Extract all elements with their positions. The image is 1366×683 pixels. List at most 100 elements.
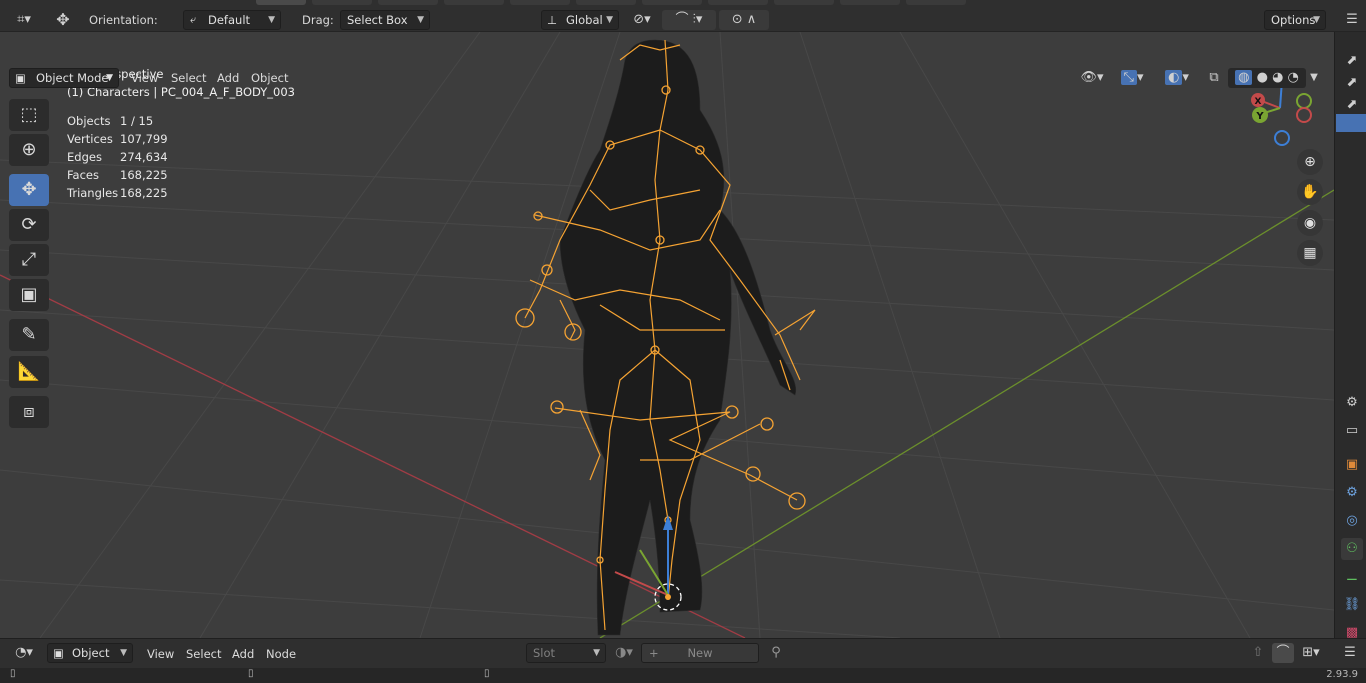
pin-icon[interactable]: ⬈: [1341, 72, 1363, 94]
stat-edges-label: Edges: [67, 150, 102, 164]
solid-shading-icon[interactable]: ●: [1257, 70, 1268, 85]
object-data-icon[interactable]: ⚇: [1341, 538, 1363, 560]
active-panel-indicator[interactable]: [1336, 114, 1366, 132]
orientation-dropdown[interactable]: ⤶ Default ▼: [183, 10, 281, 30]
material-browse-icon[interactable]: ◑▾: [610, 643, 638, 663]
shader-type-dropdown[interactable]: ▣ Object ▼: [47, 643, 133, 663]
slot-dropdown[interactable]: Slot ▼: [526, 643, 606, 663]
menu-view[interactable]: View: [147, 645, 174, 663]
gizmo-neg-y-axis[interactable]: [1296, 93, 1312, 109]
zoom-icon[interactable]: ⊕: [1297, 149, 1323, 175]
gizmo-neg-z-axis[interactable]: [1274, 130, 1290, 146]
menu-object[interactable]: Object: [251, 69, 288, 87]
editor-type-icon[interactable]: ⌗▾: [8, 10, 40, 30]
move-icon[interactable]: ✥: [9, 174, 49, 206]
mouse-middle-icon: ▯: [248, 668, 254, 679]
rendered-shading-icon[interactable]: ◔: [1288, 70, 1299, 85]
cursor-icon[interactable]: ⊕: [9, 134, 49, 166]
shading-mode-group[interactable]: ◍ ● ◕ ◔: [1228, 68, 1306, 88]
pivot-point-icon[interactable]: ⊘▾: [626, 10, 658, 30]
xray-icon[interactable]: ⧉: [1204, 68, 1224, 88]
wireframe-shading-icon[interactable]: ◍: [1235, 70, 1253, 85]
grid-view-icon[interactable]: ▦: [1297, 240, 1323, 266]
overlays-icon[interactable]: ◐ ▾: [1158, 68, 1196, 88]
axis-icon: ⊥: [547, 13, 558, 27]
menu-select[interactable]: Select: [186, 645, 221, 663]
transform-orientation-dropdown[interactable]: ⊥ Global ▼: [541, 10, 619, 30]
chevron-down-icon: ▼: [120, 648, 127, 658]
sidebar-toggle-icon[interactable]: ☰: [1342, 10, 1362, 30]
top-tool-settings-bar: ⌗▾ ✥ Orientation: ⤶ Default ▼ Drag: Sele…: [0, 0, 1366, 32]
material-shading-icon[interactable]: ◕: [1272, 70, 1283, 85]
proportional-editing-icon[interactable]: ⊙ ∧: [719, 10, 769, 30]
modifier-icon[interactable]: ⚙: [1341, 482, 1363, 504]
shading-options-chevron-icon[interactable]: ▼: [1307, 68, 1321, 88]
snap-icon[interactable]: ⌒ ⫶▾: [662, 10, 716, 30]
chevron-down-icon: ▼: [106, 73, 113, 83]
camera-icon[interactable]: ◉: [1297, 210, 1323, 236]
stat-triangles-value: 168,225: [120, 186, 168, 200]
constraint-icon[interactable]: ⛓: [1341, 594, 1363, 616]
bone-icon[interactable]: ⚊: [1341, 566, 1363, 588]
snap-grid-icon[interactable]: ⊞▾: [1296, 643, 1326, 663]
gizmo-toggle-icon[interactable]: ⤡ ▾: [1114, 68, 1150, 88]
parent-node-icon[interactable]: ⇧: [1248, 643, 1268, 663]
object-properties-icon[interactable]: ▣: [1341, 454, 1363, 476]
chevron-down-icon: ▼: [593, 648, 600, 658]
pan-hand-icon[interactable]: ✋: [1297, 179, 1323, 205]
snap-icon[interactable]: ⌒: [1272, 643, 1294, 663]
orientation-label: Orientation:: [89, 13, 158, 27]
pin-icon[interactable]: ⚲: [766, 643, 786, 663]
chevron-down-icon: ▼: [417, 15, 424, 25]
drag-dropdown[interactable]: Select Box ▼: [340, 10, 430, 30]
scale-icon[interactable]: ⤢: [9, 244, 49, 276]
sidebar-toggle-icon[interactable]: ☰: [1340, 643, 1360, 663]
plus-icon: +: [649, 646, 659, 660]
pin-icon[interactable]: ⬈: [1341, 50, 1363, 72]
annotate-icon[interactable]: ✎: [9, 319, 49, 351]
pin-icon[interactable]: ⬈: [1341, 94, 1363, 116]
editor-type-icon[interactable]: ◔▾: [8, 643, 40, 663]
version-label: 2.93.9: [1326, 669, 1358, 680]
menu-node[interactable]: Node: [266, 645, 296, 663]
object-mode-icon: ▣: [15, 71, 26, 85]
gizmo-y-label: Y: [1255, 111, 1264, 122]
status-bar: ▯ ▯ ▯ 2.93.9: [0, 668, 1366, 683]
new-material-button[interactable]: + New: [641, 643, 759, 663]
transform-icon[interactable]: ▣: [9, 279, 49, 311]
visibility-icon[interactable]: 👁▾: [1077, 68, 1107, 88]
mouse-right-icon: ▯: [484, 668, 490, 679]
object-origin: [665, 594, 671, 600]
orientation-icon: ⤶: [190, 13, 197, 26]
mouse-left-icon: ▯: [10, 668, 16, 679]
chevron-down-icon: ▼: [606, 15, 613, 25]
physics-icon[interactable]: ◎: [1341, 510, 1363, 532]
menu-add[interactable]: Add: [232, 645, 254, 663]
viewport-scene: [0, 32, 1334, 638]
render-icon[interactable]: ▭: [1341, 420, 1363, 442]
stat-objects-value: 1 / 15: [120, 114, 154, 128]
stat-faces-label: Faces: [67, 168, 99, 182]
add-cube-icon[interactable]: ⧈: [9, 396, 49, 428]
menu-select[interactable]: Select: [171, 69, 206, 87]
options-dropdown[interactable]: Options ▼: [1264, 10, 1326, 30]
object-icon: ▣: [53, 646, 64, 660]
object-mode-dropdown[interactable]: ▣ Object Mode ▼: [9, 68, 119, 88]
move-tool-icon: ✥: [56, 10, 70, 29]
stat-edges-value: 274,634: [120, 150, 168, 164]
select-box-icon[interactable]: ⬚: [9, 99, 49, 131]
gizmo-neg-x-axis[interactable]: [1296, 107, 1312, 123]
stat-vertices-value: 107,799: [120, 132, 168, 146]
drag-label: Drag:: [302, 13, 334, 27]
chevron-down-icon: ▼: [1313, 15, 1320, 25]
menu-add[interactable]: Add: [217, 69, 239, 87]
rotate-icon[interactable]: ⟳: [9, 209, 49, 241]
tool-properties-icon[interactable]: ⚙: [1341, 392, 1363, 414]
properties-tab-bar: ⬈ ⬈ ⬈ ⚙ ▭ ▣ ⚙ ◎ ⚇ ⚊ ⛓ ▩: [1334, 32, 1366, 640]
measure-icon[interactable]: 📐: [9, 356, 49, 388]
3d-viewport[interactable]: ⬚ ⊕ ✥ ⟳ ⤢ ▣ ✎ 📐 ⧈ User Perspective (1) C…: [0, 32, 1334, 638]
stat-objects-label: Objects: [67, 114, 111, 128]
stat-vertices-label: Vertices: [67, 132, 113, 146]
shader-editor-header: ◔▾ ▣ Object ▼ View Select Add Node Slot …: [0, 638, 1366, 668]
menu-view[interactable]: View: [131, 69, 158, 87]
